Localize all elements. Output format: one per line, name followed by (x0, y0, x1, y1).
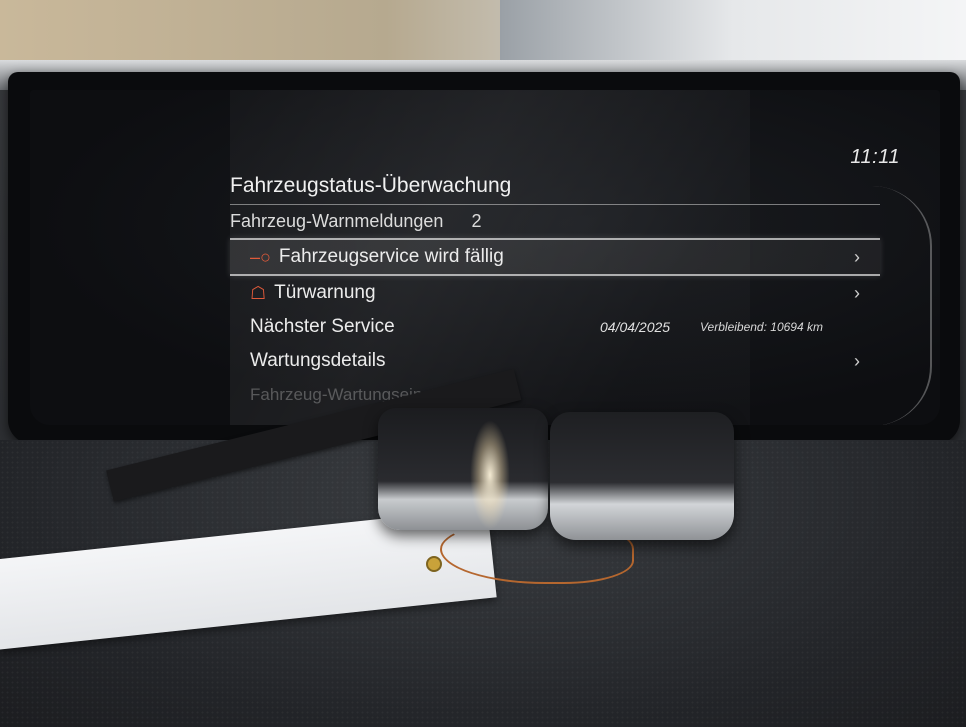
car-key-left (378, 408, 548, 530)
menu-item-label: Nächster Service (250, 316, 395, 337)
menu-item-service-due[interactable]: ‒○ Fahrzeugservice wird fällig › (230, 238, 880, 276)
vehicle-status-menu: Fahrzeugstatus-Überwachung Fahrzeug-Warn… (230, 174, 880, 412)
menu-item-maintenance-settings[interactable]: Fahrzeug-Wartungseinstellungen (230, 378, 880, 412)
photo-scene: 11:11 Fahrzeugstatus-Überwachung Fahrzeu… (0, 0, 966, 727)
light-flare (470, 420, 510, 530)
menu-item-next-service: Nächster Service 04/04/2025 Verbleibend:… (230, 310, 880, 344)
car-key-right (550, 412, 734, 540)
wrench-icon: ‒○ (250, 246, 271, 267)
warnings-label: Fahrzeug-Warnmeldungen (230, 211, 444, 231)
menu-title: Fahrzeugstatus-Überwachung (230, 174, 880, 205)
chevron-right-icon: › (854, 246, 860, 267)
car-door-icon: ☖ (250, 282, 267, 303)
menu-item-label: Wartungsdetails (250, 350, 386, 371)
clock-display: 11:11 (850, 146, 900, 168)
tag-eyelet (426, 556, 442, 572)
infotainment-screen: 11:11 Fahrzeugstatus-Überwachung Fahrzeu… (30, 90, 940, 425)
warnings-count: 2 (471, 211, 482, 231)
chevron-right-icon: › (854, 350, 860, 371)
menu-item-door-warning[interactable]: ☖ Türwarnung › (230, 276, 880, 310)
chevron-right-icon: › (854, 282, 860, 303)
next-service-date: 04/04/2025 (600, 319, 671, 335)
menu-item-label: Fahrzeugservice wird fällig (278, 246, 504, 267)
remaining-distance: Verbleibend: 10694 km (700, 320, 823, 334)
menu-item-maintenance-details[interactable]: Wartungsdetails › (230, 344, 880, 378)
menu-item-label: Türwarnung (274, 282, 376, 303)
menu-subheader: Fahrzeug-Warnmeldungen 2 (230, 211, 880, 238)
